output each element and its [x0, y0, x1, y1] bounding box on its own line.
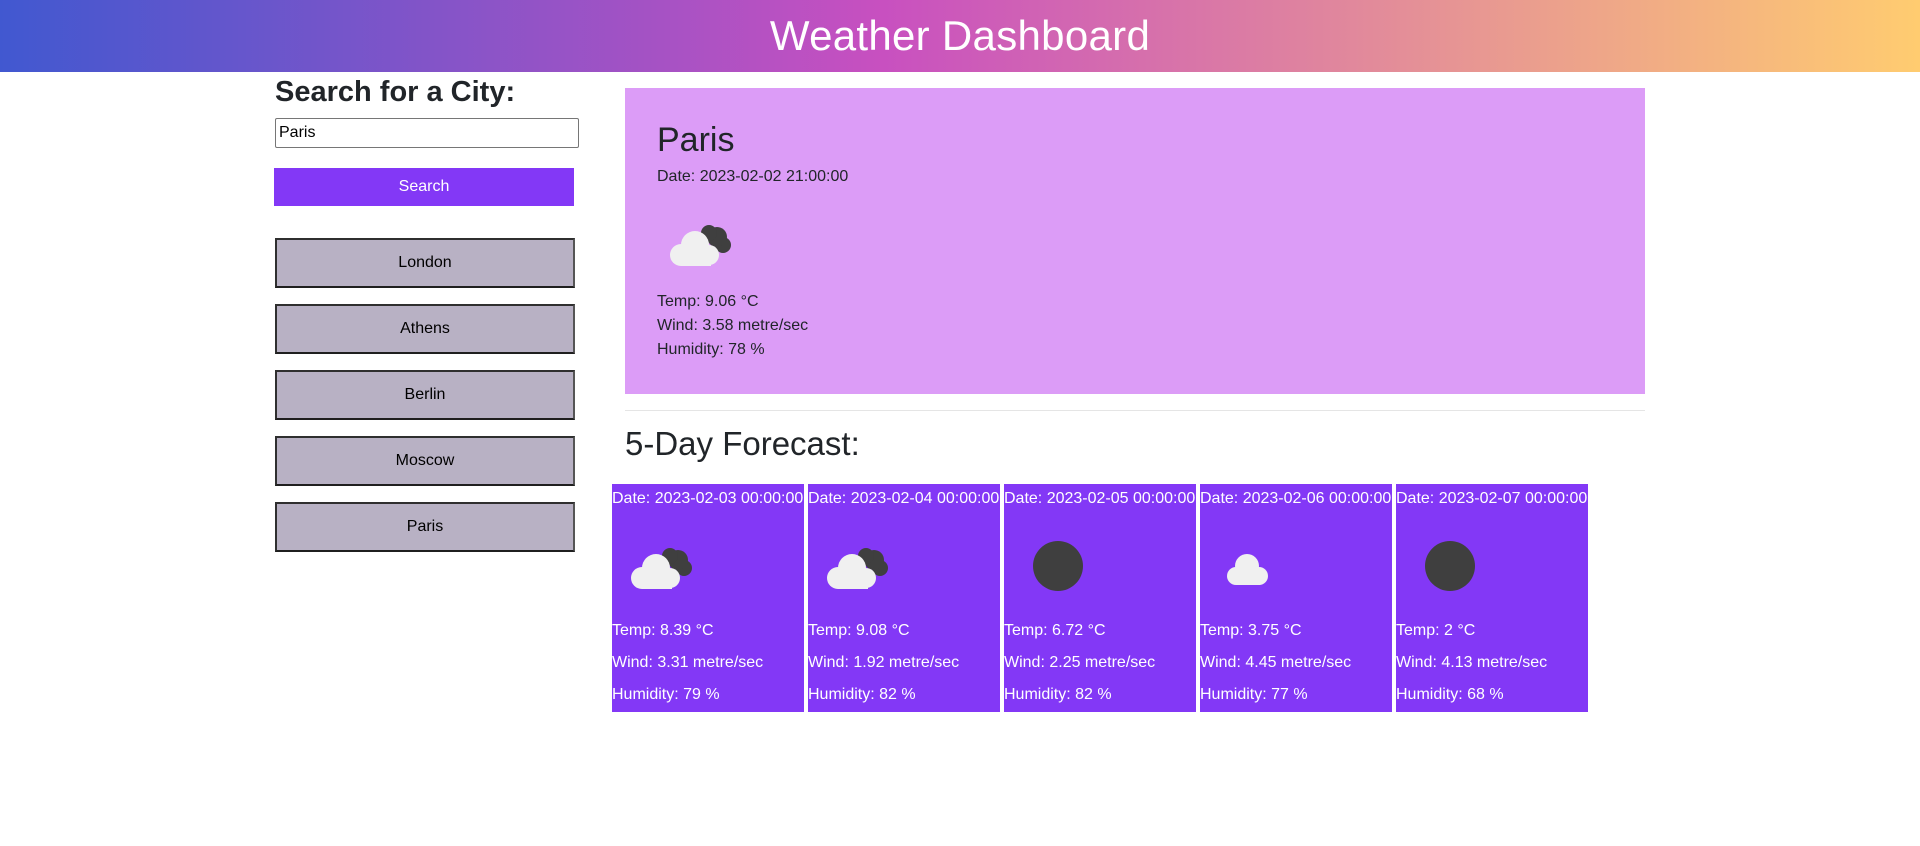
forecast-humidity: Humidity: 68 % — [1396, 686, 1504, 703]
broken-clouds-icon — [665, 213, 745, 278]
forecast-humidity: Humidity: 82 % — [1004, 686, 1112, 703]
current-temp: Temp: 9.06 °C — [657, 293, 759, 310]
forecast-wind: Wind: 1.92 metre/sec — [808, 654, 960, 671]
forecast-wind: Wind: 2.25 metre/sec — [1004, 654, 1156, 671]
forecast-card: Date: 2023-02-06 00:00:00 Temp: 3.75 °C … — [1200, 484, 1392, 712]
forecast-temp: Temp: 9.08 °C — [808, 622, 910, 639]
clear-night-icon — [1018, 536, 1098, 601]
forecast-humidity: Humidity: 77 % — [1200, 686, 1308, 703]
forecast-card: Date: 2023-02-07 00:00:00 Temp: 2 °C Win… — [1396, 484, 1588, 712]
page-header: Weather Dashboard — [0, 0, 1920, 72]
forecast-date: Date: 2023-02-05 00:00:00 — [1004, 490, 1196, 507]
forecast-cards: Date: 2023-02-03 00:00:00 Temp: 8.39 °C … — [612, 484, 1588, 712]
forecast-date: Date: 2023-02-04 00:00:00 — [808, 490, 1000, 507]
broken-clouds-icon — [626, 536, 706, 601]
forecast-temp: Temp: 8.39 °C — [612, 622, 714, 639]
forecast-title: 5-Day Forecast: — [625, 425, 860, 462]
page-title: Weather Dashboard — [769, 12, 1151, 59]
search-history: London Athens Berlin Moscow Paris — [275, 238, 575, 568]
forecast-card: Date: 2023-02-05 00:00:00 Temp: 6.72 °C … — [1004, 484, 1196, 712]
history-button-athens[interactable]: Athens — [275, 304, 575, 354]
forecast-temp: Temp: 6.72 °C — [1004, 622, 1106, 639]
broken-clouds-icon — [822, 536, 902, 601]
current-city-name: Paris — [657, 121, 735, 159]
forecast-card: Date: 2023-02-03 00:00:00 Temp: 8.39 °C … — [612, 484, 804, 712]
forecast-date: Date: 2023-02-03 00:00:00 — [612, 490, 804, 507]
current-wind: Wind: 3.58 metre/sec — [657, 317, 809, 334]
clear-night-icon — [1410, 536, 1490, 601]
forecast-date: Date: 2023-02-06 00:00:00 — [1200, 490, 1392, 507]
city-search-input[interactable] — [275, 118, 579, 148]
search-heading: Search for a City: — [275, 76, 516, 108]
few-clouds-icon — [1214, 536, 1294, 601]
search-button[interactable]: Search — [274, 168, 574, 206]
history-button-moscow[interactable]: Moscow — [275, 436, 575, 486]
forecast-humidity: Humidity: 79 % — [612, 686, 720, 703]
history-button-london[interactable]: London — [275, 238, 575, 288]
forecast-temp: Temp: 2 °C — [1396, 622, 1476, 639]
current-date: Date: 2023-02-02 21:00:00 — [657, 168, 849, 185]
history-button-berlin[interactable]: Berlin — [275, 370, 575, 420]
forecast-wind: Wind: 3.31 metre/sec — [612, 654, 764, 671]
section-divider — [625, 410, 1645, 411]
forecast-card: Date: 2023-02-04 00:00:00 Temp: 9.08 °C … — [808, 484, 1000, 712]
forecast-wind: Wind: 4.13 metre/sec — [1396, 654, 1548, 671]
history-button-paris[interactable]: Paris — [275, 502, 575, 552]
forecast-temp: Temp: 3.75 °C — [1200, 622, 1302, 639]
current-humidity: Humidity: 78 % — [657, 341, 765, 358]
current-weather-card: Paris Date: 2023-02-02 21:00:00 Temp: 9.… — [625, 88, 1645, 394]
forecast-date: Date: 2023-02-07 00:00:00 — [1396, 490, 1588, 507]
forecast-wind: Wind: 4.45 metre/sec — [1200, 654, 1352, 671]
forecast-humidity: Humidity: 82 % — [808, 686, 916, 703]
